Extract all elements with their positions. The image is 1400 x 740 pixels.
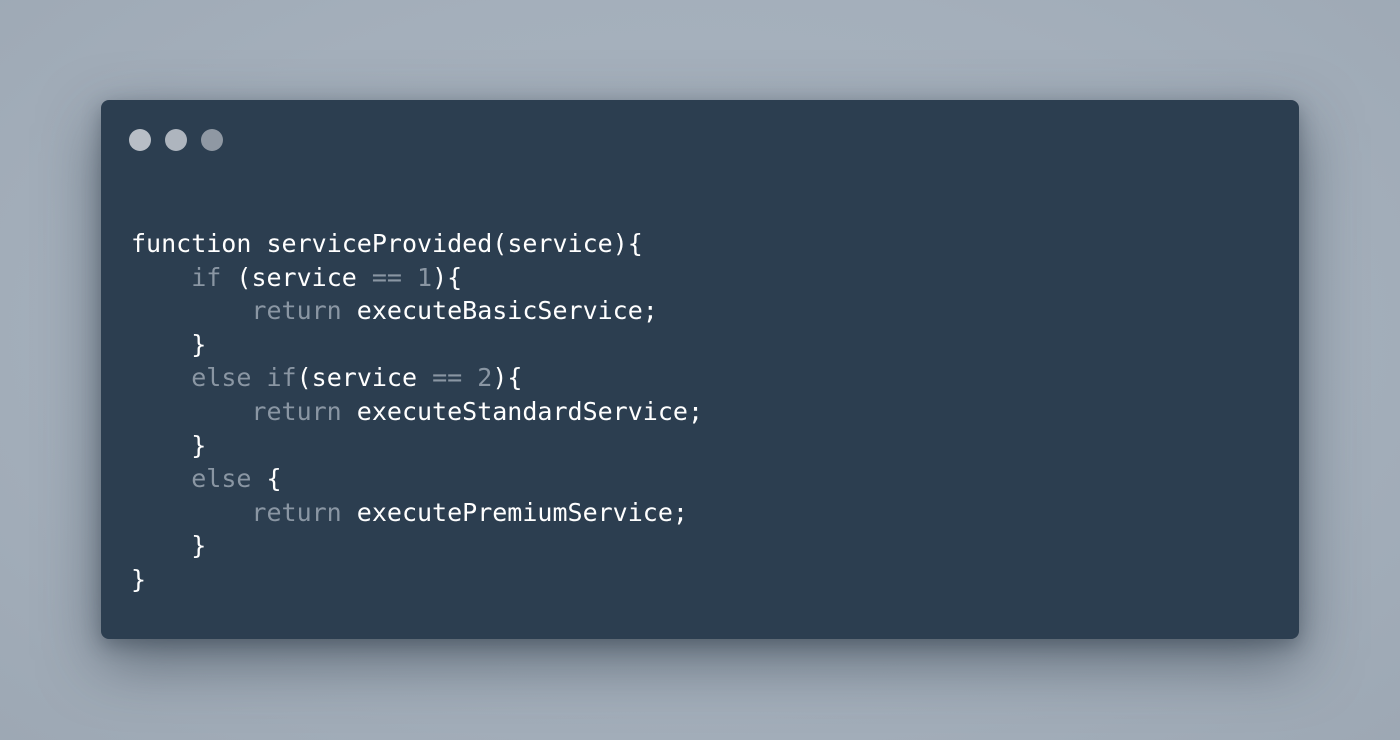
code-line: return executeStandardService; xyxy=(131,395,703,429)
code-token-punct: ){ xyxy=(432,262,463,292)
code-line: if (service == 1){ xyxy=(131,261,703,295)
code-line: } xyxy=(131,328,703,362)
code-token-punct: ){ xyxy=(492,363,523,393)
code-token-ident: service xyxy=(507,229,613,258)
code-token-ident: service xyxy=(311,363,418,393)
window-dot-3 xyxy=(201,129,223,151)
code-token-punct: { xyxy=(251,464,282,494)
window-dot-2 xyxy=(165,129,187,151)
code-window: function serviceProvided(service){ if (s… xyxy=(101,100,1299,639)
code-line: } xyxy=(131,529,703,563)
code-token-punct: ( xyxy=(296,363,312,393)
code-token-punct: ; xyxy=(642,296,658,326)
code-token-punct xyxy=(251,229,266,258)
code-token-ident: serviceProvided xyxy=(266,229,493,258)
code-token-punct: ( xyxy=(492,229,508,258)
code-token-punct: ){ xyxy=(612,229,643,258)
code-token-punct xyxy=(462,363,477,392)
code-token-kw: else xyxy=(191,363,252,393)
code-line: return executePremiumService; xyxy=(131,496,703,530)
code-token-punct: } xyxy=(191,329,207,359)
code-token-op: == xyxy=(371,262,402,292)
code-token-punct xyxy=(342,296,357,325)
window-dot-1 xyxy=(129,129,151,151)
code-line: else { xyxy=(131,462,703,496)
code-token-ident: executePremiumService xyxy=(356,497,673,527)
code-token-punct: } xyxy=(191,531,207,561)
code-line: function serviceProvided(service){ xyxy=(131,227,703,261)
code-token-kw: if xyxy=(191,262,222,292)
code-token-punct: ( xyxy=(221,262,252,292)
code-block: function serviceProvided(service){ if (s… xyxy=(131,227,703,597)
code-token-ident: service xyxy=(251,262,357,292)
code-line: } xyxy=(131,563,703,597)
code-token-punct xyxy=(357,263,372,292)
code-token-op: == xyxy=(432,363,463,393)
code-token-punct xyxy=(342,397,357,426)
code-line: } xyxy=(131,429,703,463)
code-token-punct: } xyxy=(131,564,147,594)
code-token-kw: return xyxy=(251,396,342,426)
code-token-ident: function xyxy=(131,229,252,258)
code-token-punct: } xyxy=(191,430,207,460)
window-controls xyxy=(129,129,223,151)
code-token-kw: return xyxy=(251,497,342,527)
code-token-kw: if xyxy=(266,363,297,393)
code-line: return executeBasicService; xyxy=(131,294,703,328)
code-token-punct xyxy=(402,263,417,292)
code-token-num: 1 xyxy=(417,262,433,292)
code-token-kw: else xyxy=(191,464,252,494)
code-token-kw: return xyxy=(251,296,342,326)
code-token-ident: executeStandardService xyxy=(356,396,688,426)
code-token-punct xyxy=(417,363,432,392)
code-token-ident: executeBasicService xyxy=(356,296,643,326)
code-token-punct: ; xyxy=(672,497,688,527)
code-line: else if(service == 2){ xyxy=(131,361,703,395)
code-token-num: 2 xyxy=(477,363,493,393)
code-token-punct: ; xyxy=(687,396,703,426)
code-token-punct xyxy=(342,498,357,527)
code-token-punct xyxy=(251,363,266,392)
